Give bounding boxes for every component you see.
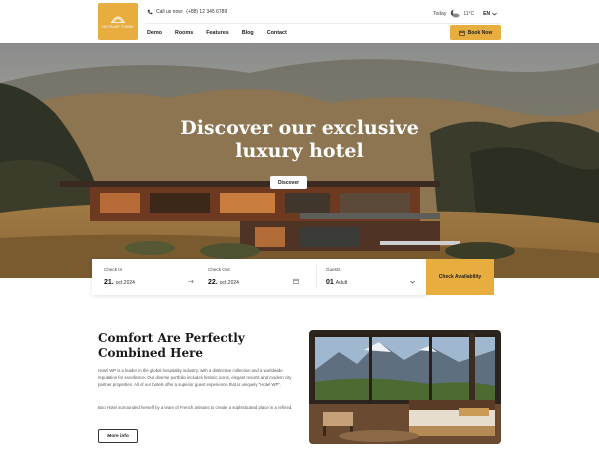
check-out-month-year: oct,2024: [219, 280, 239, 286]
arrow-right-icon: [188, 279, 194, 284]
guests-label: Guests: [326, 267, 341, 272]
logo-text: HOTELWP THEME: [102, 25, 134, 29]
phone-icon: [147, 9, 153, 15]
about-paragraph-2: Boo Hotel surrounded herself by a team o…: [98, 405, 293, 410]
book-now-button[interactable]: Book Now: [450, 25, 501, 40]
language-select[interactable]: EN: [483, 11, 497, 17]
more-info-button[interactable]: More info: [98, 429, 138, 443]
weather-widget: Today 11°C EN: [433, 9, 497, 18]
main-menu: Demo Rooms Features Blog Contact: [147, 30, 300, 36]
guests-field[interactable]: Guests 01 Adult: [316, 259, 426, 295]
check-in-day: 21.: [104, 279, 114, 286]
about-title: Comfort Are Perfectly Combined Here: [98, 331, 245, 361]
cloud-moon-icon: [451, 9, 460, 18]
menu-item-blog[interactable]: Blog: [242, 30, 254, 36]
guests-value: 01 Adult: [326, 279, 347, 286]
hero-section: Discover our exclusive luxury hotel Disc…: [0, 43, 599, 278]
temperature: 11°C: [463, 10, 475, 17]
header-divider: [145, 23, 501, 24]
guests-count: 01: [326, 279, 334, 286]
calendar-icon: [293, 278, 299, 284]
chevron-down-icon: [410, 280, 415, 284]
discover-button[interactable]: Discover: [270, 176, 307, 189]
guests-type: Adult: [335, 280, 348, 286]
phone-contact[interactable]: Call us now: (+88) 12 345 6789: [147, 9, 227, 15]
book-now-label: Book Now: [467, 29, 493, 36]
check-in-label: Check In: [104, 267, 123, 272]
about-title-line2: Combined Here: [98, 346, 204, 360]
booking-form: Check In 21. oct,2024 Check Out 22. oct,…: [92, 259, 426, 295]
today-label: Today: [433, 10, 447, 17]
chevron-down-icon: [492, 12, 497, 16]
menu-item-rooms[interactable]: Rooms: [175, 30, 193, 36]
check-availability-button[interactable]: Check Availability: [426, 259, 494, 295]
menu-item-features[interactable]: Features: [206, 30, 228, 36]
about-paragraph-1: Hotel WP is a leader in the global hospi…: [98, 368, 292, 388]
check-out-value: 22. oct,2024: [208, 279, 239, 286]
phone-number: (+88) 12 345 6789: [186, 9, 228, 15]
room-image: [309, 330, 501, 444]
check-in-field[interactable]: Check In 21. oct,2024: [92, 259, 196, 295]
menu-item-demo[interactable]: Demo: [147, 30, 162, 36]
hero-title-line2: luxury hotel: [235, 140, 364, 162]
check-in-value: 21. oct,2024: [104, 279, 135, 286]
hero-title: Discover our exclusive luxury hotel: [0, 117, 599, 163]
hotel-logo-icon: [111, 16, 125, 23]
check-out-day: 22.: [208, 279, 218, 286]
menu-item-contact[interactable]: Contact: [267, 30, 287, 36]
phone-label: Call us now:: [156, 9, 184, 15]
weather: 11°C: [450, 9, 474, 18]
language-value: EN: [483, 10, 491, 17]
hero-title-line1: Discover our exclusive: [180, 117, 419, 139]
about-title-line1: Comfort Are Perfectly: [98, 331, 245, 345]
room-photo: [309, 330, 501, 444]
check-out-field[interactable]: Check Out 22. oct,2024: [196, 259, 316, 295]
check-in-month-year: oct,2024: [115, 280, 135, 286]
hotel-logo[interactable]: HOTELWP THEME: [98, 3, 138, 40]
calendar-icon: [459, 30, 465, 36]
check-out-label: Check Out: [208, 267, 230, 272]
